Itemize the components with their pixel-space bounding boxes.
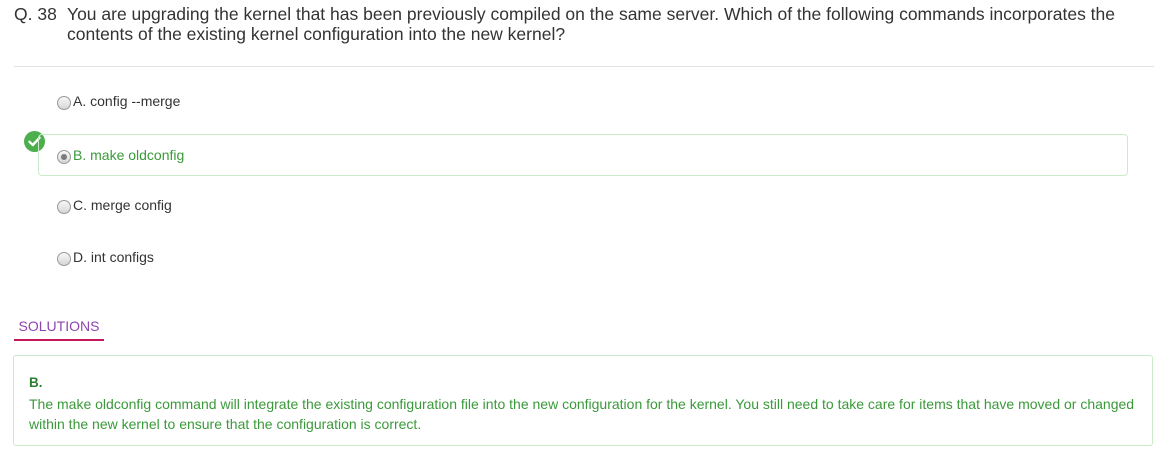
option-a-radio[interactable] [57, 96, 71, 110]
solution-box: B. The make oldconfig command will integ… [13, 355, 1153, 446]
option-a-label: A. config --merge [73, 93, 181, 109]
option-d-label: D. int configs [73, 249, 154, 265]
option-d[interactable]: D. int configs [38, 236, 1128, 278]
question-text: You are upgrading the kernel that has be… [67, 4, 1116, 44]
option-b-label: B. make oldconfig [73, 147, 185, 163]
option-b[interactable]: B. make oldconfig [38, 134, 1128, 176]
quiz-page: Q. 38 You are upgrading the kernel that … [0, 0, 1166, 465]
option-b-radio[interactable] [57, 150, 71, 164]
question: Q. 38 You are upgrading the kernel that … [14, 4, 1154, 44]
divider [14, 66, 1154, 67]
solution-answer: B. [29, 375, 43, 390]
option-c-radio[interactable] [57, 200, 71, 214]
option-c[interactable]: C. merge config [38, 184, 1128, 226]
option-a[interactable]: A. config --merge [38, 80, 1128, 122]
option-c-label: C. merge config [73, 197, 172, 213]
solutions-tab[interactable]: SOLUTIONS [14, 317, 104, 341]
option-d-radio[interactable] [57, 252, 71, 266]
question-number: Q. 38 [14, 4, 57, 24]
solution-explanation: The make oldconfig command will integrat… [29, 395, 1135, 433]
